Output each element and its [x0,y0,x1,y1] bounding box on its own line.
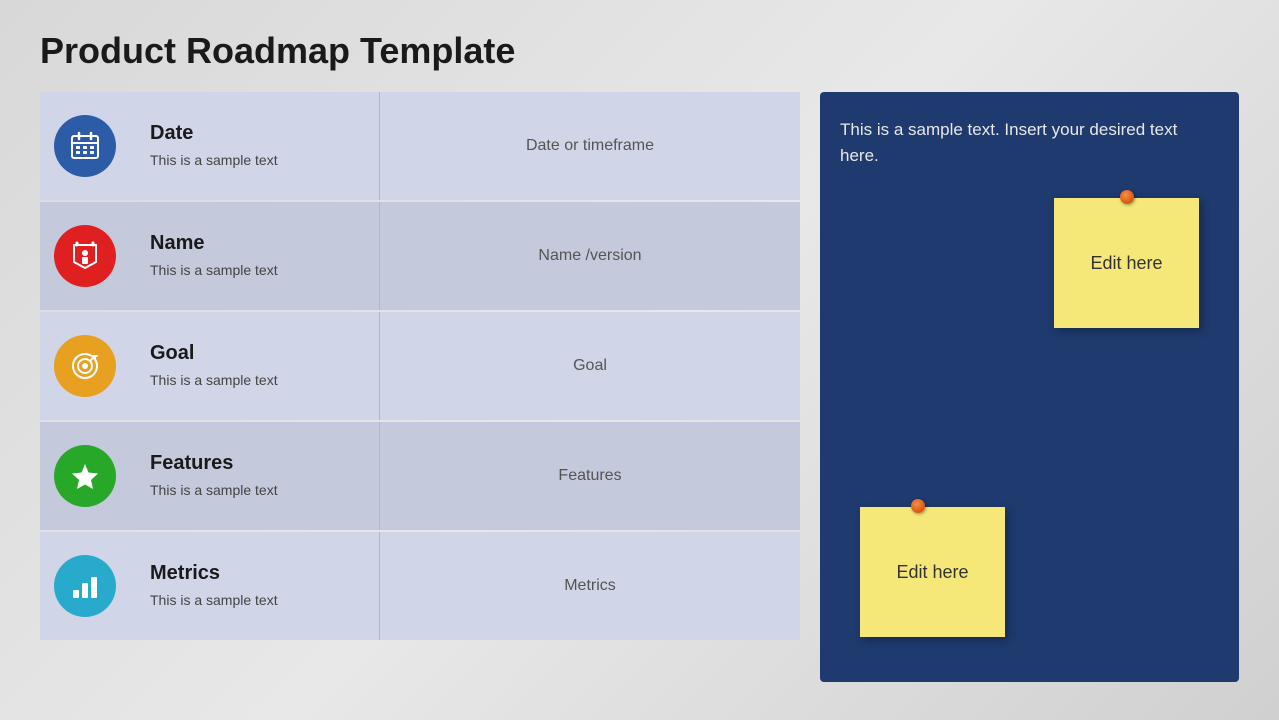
target-icon [54,335,116,397]
goal-label-cell: Goal This is a sample text [130,312,380,420]
date-value[interactable]: Date or timeframe [380,92,800,200]
metrics-value[interactable]: Metrics [380,532,800,640]
name-subtext: This is a sample text [150,261,359,281]
name-label: Name [150,232,359,255]
sticky-notes-area: Edit here Edit here [840,188,1219,657]
date-subtext: This is a sample text [150,151,359,171]
goal-icon-cell [40,312,130,420]
features-label-cell: Features This is a sample text [130,422,380,530]
sticky-note-1[interactable]: Edit here [1054,198,1199,328]
page-container: Product Roadmap Template [0,0,1279,720]
right-panel: This is a sample text. Insert your desir… [820,92,1239,682]
pin-icon-2 [911,499,925,513]
goal-value[interactable]: Goal [380,312,800,420]
page-title: Product Roadmap Template [40,30,1239,72]
sticky-note-2[interactable]: Edit here [860,507,1005,637]
pin-icon-1 [1120,190,1134,204]
features-value[interactable]: Features [380,422,800,530]
date-label: Date [150,122,359,145]
note2-text: Edit here [896,562,968,583]
table-row: Features This is a sample text Features [40,422,800,530]
metrics-subtext: This is a sample text [150,591,359,611]
name-value[interactable]: Name /version [380,202,800,310]
features-icon-cell [40,422,130,530]
content-area: Date This is a sample text Date or timef… [40,92,1239,682]
metrics-label-cell: Metrics This is a sample text [130,532,380,640]
metrics-icon-cell [40,532,130,640]
roadmap-table: Date This is a sample text Date or timef… [40,92,800,682]
features-label: Features [150,452,359,475]
name-icon-cell [40,202,130,310]
goal-subtext: This is a sample text [150,371,359,391]
note1-text: Edit here [1090,253,1162,274]
metrics-label: Metrics [150,562,359,585]
panel-intro-text[interactable]: This is a sample text. Insert your desir… [840,117,1219,168]
table-row: Date This is a sample text Date or timef… [40,92,800,200]
features-subtext: This is a sample text [150,481,359,501]
star-icon [54,445,116,507]
date-icon-cell [40,92,130,200]
table-row: Metrics This is a sample text Metrics [40,532,800,640]
table-row: Name This is a sample text Name /version [40,202,800,310]
chart-icon [54,555,116,617]
date-icon [54,115,116,177]
date-label-cell: Date This is a sample text [130,92,380,200]
table-row: Goal This is a sample text Goal [40,312,800,420]
name-label-cell: Name This is a sample text [130,202,380,310]
goal-label: Goal [150,342,359,365]
tag-icon [54,225,116,287]
